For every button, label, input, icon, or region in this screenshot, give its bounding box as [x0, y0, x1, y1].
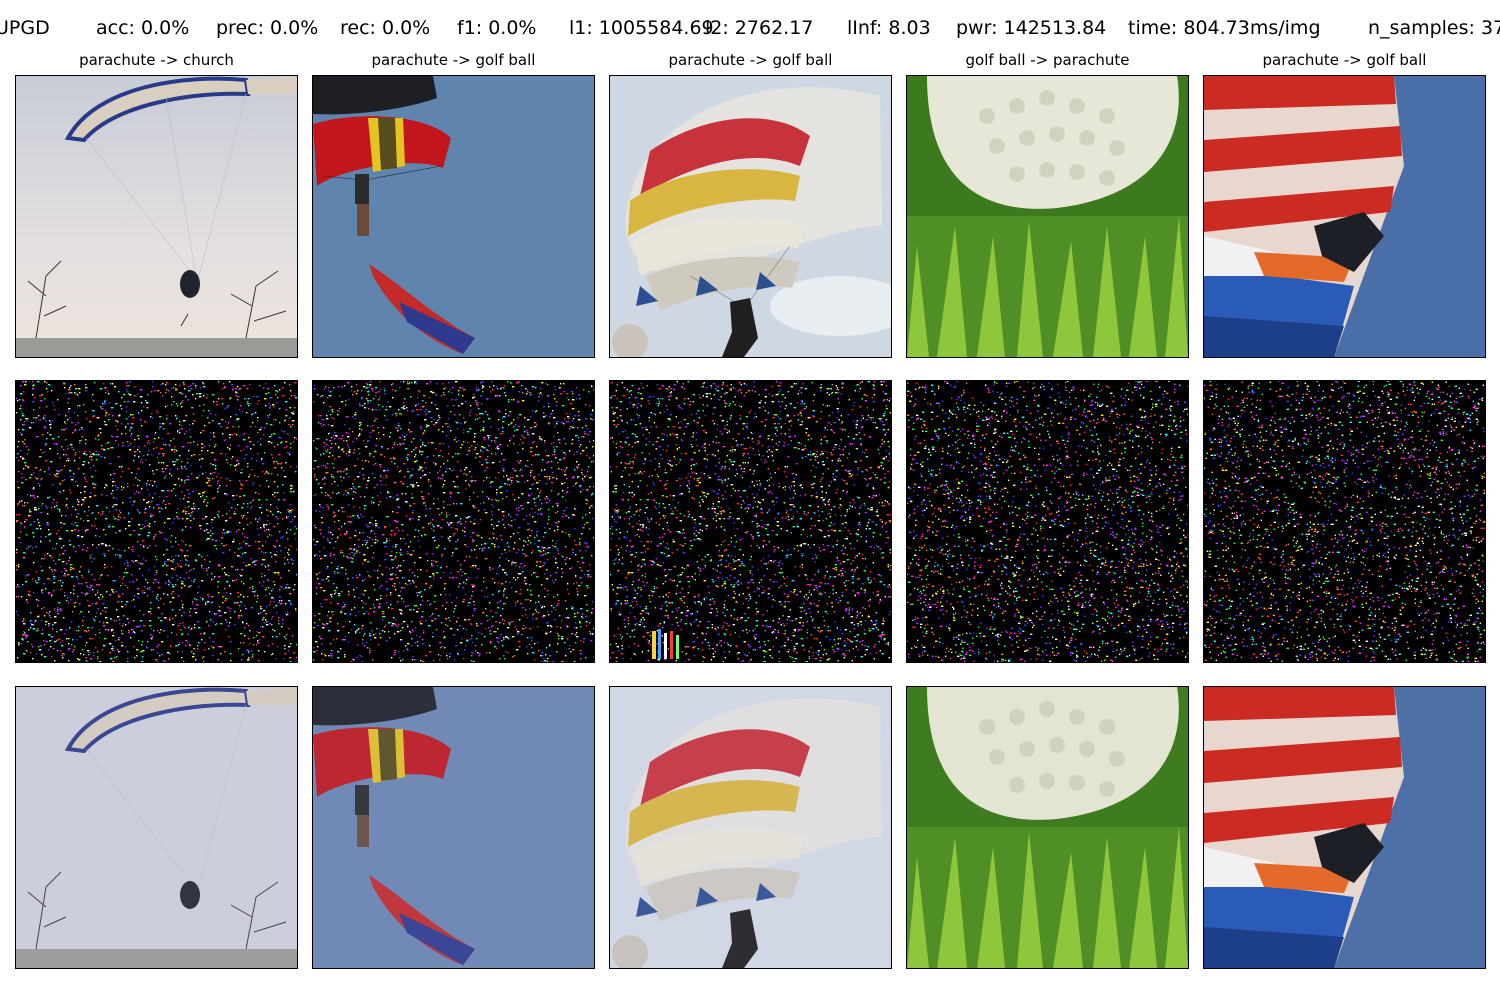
noise-pattern-3 — [610, 381, 891, 662]
l2-metric: l2: 2762.17 — [705, 17, 814, 39]
column-caption-5: parachute -> golf ball — [1262, 51, 1427, 69]
column-caption-2: parachute -> golf ball — [371, 51, 536, 69]
power-metric: pwr: 142513.84 — [956, 17, 1107, 39]
perturbation-image-3 — [609, 380, 892, 663]
adversarial-image-4 — [906, 686, 1189, 969]
noise-pattern-5 — [1204, 381, 1485, 662]
perturbation-image-1 — [15, 380, 298, 663]
perturbation-image-2 — [312, 380, 595, 663]
perturbation-image-4 — [906, 380, 1189, 663]
metrics-bar: UPGD acc: 0.0% prec: 0.0% rec: 0.0% f1: … — [0, 14, 1500, 44]
original-image-4 — [906, 75, 1189, 358]
golf-ball-grass-adversarial — [907, 687, 1188, 968]
skydiver-flag-adversarial — [313, 687, 594, 968]
original-image-5 — [1203, 75, 1486, 358]
column-caption-4: golf ball -> parachute — [965, 51, 1130, 69]
precision-metric: prec: 0.0% — [216, 17, 319, 39]
original-image-1 — [15, 75, 298, 358]
skydiver-flag-image — [313, 76, 594, 357]
samples-metric: n_samples: 37 — [1368, 17, 1500, 39]
linf-metric: lInf: 8.03 — [847, 17, 931, 39]
adversarial-image-1 — [15, 686, 298, 969]
original-image-3 — [609, 75, 892, 358]
recall-metric: rec: 0.0% — [340, 17, 431, 39]
accuracy-metric: acc: 0.0% — [96, 17, 190, 39]
striped-parachute-adversarial — [610, 687, 891, 968]
paraglider-dusk-image — [16, 76, 297, 357]
adversarial-image-3 — [609, 686, 892, 969]
adversarial-image-2 — [312, 686, 595, 969]
original-image-2 — [312, 75, 595, 358]
striped-parachute-image — [610, 76, 891, 357]
noise-pattern-1 — [16, 381, 297, 662]
paraglider-dusk-adversarial — [16, 687, 297, 968]
adversarial-image-5 — [1203, 686, 1486, 969]
golf-ball-grass-image — [907, 76, 1188, 357]
l1-metric: l1: 1005584.69 — [569, 17, 714, 39]
method-label: UPGD — [0, 17, 50, 39]
time-metric: time: 804.73ms/img — [1128, 17, 1321, 39]
perturbation-image-5 — [1203, 380, 1486, 663]
rwb-canopy-adversarial — [1204, 687, 1485, 968]
rwb-canopy-image — [1204, 76, 1485, 357]
f1-metric: f1: 0.0% — [457, 17, 537, 39]
noise-pattern-4 — [907, 381, 1188, 662]
column-caption-1: parachute -> church — [79, 51, 234, 69]
noise-pattern-2 — [313, 381, 594, 662]
column-caption-3: parachute -> golf ball — [668, 51, 833, 69]
